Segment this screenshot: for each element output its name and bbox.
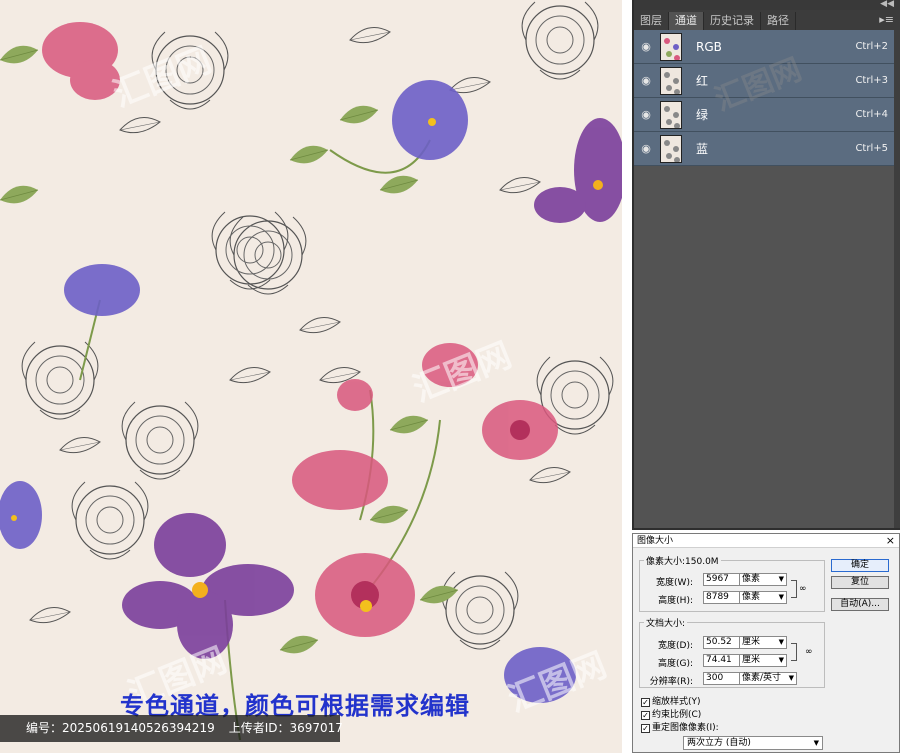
chevron-down-icon: ▼ xyxy=(788,674,794,682)
chevron-down-icon: ▼ xyxy=(813,739,819,747)
width-unit-select[interactable]: 像素 ▼ xyxy=(739,573,787,586)
height-unit: 像素 xyxy=(742,592,761,602)
resolution-unit-select[interactable]: 像素/英寸 ▼ xyxy=(739,672,797,685)
chevron-down-icon: ▼ xyxy=(778,656,784,664)
width-unit: 像素 xyxy=(742,574,761,584)
height-unit-select[interactable]: 像素 ▼ xyxy=(739,591,787,604)
channel-thumbnail xyxy=(660,66,682,95)
scale-styles-label: 缩放样式(Y) xyxy=(652,697,701,707)
link-bracket xyxy=(791,643,797,661)
chain-link-icon: ∞ xyxy=(805,647,813,657)
artwork-canvas: 汇图网 汇图网 汇图网 汇图网 专色通道，颜色可根据需求编辑 编号：202506… xyxy=(0,0,622,753)
channel-row-green[interactable]: ◉ 绿 Ctrl+4 xyxy=(634,98,900,132)
resample-label: 重定图像像素(I): xyxy=(652,723,719,733)
channel-thumbnail xyxy=(660,100,682,129)
panel-menu-icon[interactable]: ▸≡ xyxy=(879,13,894,26)
uploader-value: 3697017 xyxy=(289,721,343,735)
artwork-info-bar: 编号：20250619140526394219 上传者ID：3697017 xyxy=(0,715,343,742)
pixel-dimensions-label: 像素大小:150.0M xyxy=(646,557,719,567)
document-size-label: 文档大小: xyxy=(646,619,686,629)
width-label: 宽度(W): xyxy=(656,578,693,588)
channel-shortcut: Ctrl+2 xyxy=(855,41,888,52)
tab-layers[interactable]: 图层 xyxy=(634,12,669,30)
double-arrow-icon[interactable]: ◀◀ xyxy=(880,0,894,9)
channel-shortcut: Ctrl+5 xyxy=(855,143,888,154)
tab-history[interactable]: 历史记录 xyxy=(704,12,761,30)
tab-channels[interactable]: 通道 xyxy=(669,12,704,30)
chevron-down-icon: ▼ xyxy=(778,575,784,583)
chevron-down-icon: ▼ xyxy=(778,593,784,601)
tab-paths[interactable]: 路径 xyxy=(761,12,796,30)
dialog-title: 图像大小 xyxy=(637,536,674,546)
channel-name: 蓝 xyxy=(696,142,709,156)
doc-height-unit: 厘米 xyxy=(742,655,761,665)
ok-button[interactable]: 确定 xyxy=(831,559,889,572)
channel-row-blue[interactable]: ◉ 蓝 Ctrl+5 xyxy=(634,132,900,166)
resample-method-select[interactable]: 两次立方 (自动) ▼ xyxy=(683,736,823,750)
doc-height-label: 高度(G): xyxy=(657,659,693,669)
eye-icon[interactable]: ◉ xyxy=(634,40,658,53)
eye-icon[interactable]: ◉ xyxy=(634,74,658,87)
constrain-label: 约束比例(C) xyxy=(652,710,702,720)
channel-thumbnail xyxy=(660,134,682,163)
checkmark-icon: ✓ xyxy=(641,711,650,720)
channels-panel: ◀◀ 图层 通道 历史记录 路径 ▸≡ ◉ RGB Ctrl+2 ◉ 红 Ctr… xyxy=(632,0,900,530)
doc-width-unit-select[interactable]: 厘米 ▼ xyxy=(739,636,787,649)
floral-artwork xyxy=(0,1,622,741)
checkmark-icon: ✓ xyxy=(641,724,650,733)
channel-shortcut: Ctrl+3 xyxy=(855,75,888,86)
doc-height-unit-select[interactable]: 厘米 ▼ xyxy=(739,654,787,667)
chain-link-icon: ∞ xyxy=(799,584,807,594)
channel-shortcut: Ctrl+4 xyxy=(855,109,888,120)
resample-checkbox[interactable]: ✓ 重定图像像素(I): xyxy=(641,720,719,733)
id-label: 编号： xyxy=(26,721,63,735)
channel-thumbnail xyxy=(660,32,682,61)
constrain-proportions-checkbox[interactable]: ✓ 约束比例(C) xyxy=(641,707,701,720)
scale-styles-checkbox[interactable]: ✓ 缩放样式(Y) xyxy=(641,694,701,707)
close-icon[interactable]: × xyxy=(886,534,895,548)
checkmark-icon: ✓ xyxy=(641,698,650,707)
panel-scrollbar[interactable] xyxy=(894,30,900,530)
panel-top-bar: ◀◀ xyxy=(634,0,900,10)
uploader-label: 上传者ID： xyxy=(228,721,290,735)
resolution-unit: 像素/英寸 xyxy=(742,673,782,683)
reset-button[interactable]: 复位 xyxy=(831,576,889,589)
panel-bottom-edge xyxy=(634,528,900,530)
image-size-dialog: 图像大小 × 像素大小:150.0M 宽度(W): 5967 像素 ▼ 高度(H)… xyxy=(632,533,900,753)
doc-width-unit: 厘米 xyxy=(742,637,761,647)
link-bracket xyxy=(791,580,797,598)
dialog-title-bar: 图像大小 × xyxy=(633,534,899,548)
auto-button[interactable]: 自动(A)... xyxy=(831,598,889,611)
resolution-label: 分辨率(R): xyxy=(649,677,693,687)
panel-tabs: 图层 通道 历史记录 路径 ▸≡ xyxy=(634,10,900,30)
doc-width-label: 宽度(D): xyxy=(658,641,693,651)
chevron-down-icon: ▼ xyxy=(778,638,784,646)
eye-icon[interactable]: ◉ xyxy=(634,108,658,121)
eye-icon[interactable]: ◉ xyxy=(634,142,658,155)
height-label: 高度(H): xyxy=(658,596,693,606)
resample-method: 两次立方 (自动) xyxy=(687,738,751,748)
id-value: 20250619140526394219 xyxy=(62,721,215,735)
